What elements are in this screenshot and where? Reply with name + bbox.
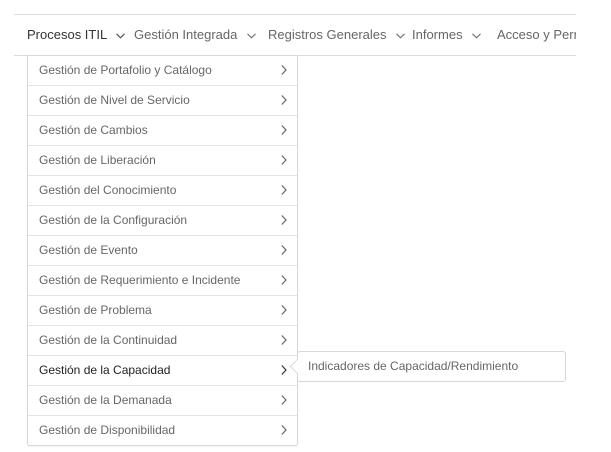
chevron-right-icon — [281, 65, 287, 75]
chevron-right-icon — [281, 245, 287, 255]
nav-item-label: Procesos ITIL — [27, 27, 107, 42]
capacidad-submenu: Indicadores de Capacidad/Rendimiento — [289, 351, 566, 382]
menu-item-label: Gestión de la Capacidad — [39, 363, 171, 377]
menu-item-label: Gestión de Nivel de Servicio — [39, 93, 190, 107]
menu-item-configuracion[interactable]: Gestión de la Configuración — [28, 206, 297, 236]
chevron-right-icon — [281, 185, 287, 195]
menu-item-evento[interactable]: Gestión de Evento — [28, 236, 297, 266]
chevron-down-icon — [116, 32, 126, 39]
chevron-right-icon — [281, 215, 287, 225]
chevron-right-icon — [281, 425, 287, 435]
nav-item-procesos-itil[interactable]: Procesos ITIL — [27, 15, 126, 55]
main-navigation: Procesos ITIL Gestión Integrada Registro… — [14, 15, 576, 56]
menu-item-label: Gestión de Evento — [39, 243, 138, 257]
menu-item-label: Gestión de Disponibilidad — [39, 423, 176, 437]
chevron-right-icon — [281, 335, 287, 345]
chevron-right-icon — [281, 95, 287, 105]
menu-item-label: Gestión de la Demanada — [39, 393, 172, 407]
menu-item-capacidad[interactable]: Gestión de la Capacidad — [28, 356, 297, 386]
menu-item-cambios[interactable]: Gestión de Cambios — [28, 116, 297, 146]
chevron-down-icon — [472, 32, 482, 39]
nav-item-registros-generales[interactable]: Registros Generales — [268, 15, 406, 55]
nav-item-label: Registros Generales — [268, 27, 387, 42]
menu-item-label: Gestión de Portafolio y Catálogo — [39, 63, 212, 77]
nav-item-label: Gestión Integrada — [134, 27, 238, 42]
chevron-right-icon — [281, 395, 287, 405]
chevron-right-icon — [281, 365, 287, 375]
menu-item-portafolio-catalogo[interactable]: Gestión de Portafolio y Catálogo — [28, 56, 297, 86]
menu-item-requerimiento-incidente[interactable]: Gestión de Requerimiento e Incidente — [28, 266, 297, 296]
menu-item-liberacion[interactable]: Gestión de Liberación — [28, 146, 297, 176]
menu-item-continuidad[interactable]: Gestión de la Continuidad — [28, 326, 297, 356]
chevron-right-icon — [281, 275, 287, 285]
chevron-right-icon — [281, 305, 287, 315]
chevron-down-icon — [396, 32, 406, 39]
nav-item-informes[interactable]: Informes — [412, 15, 482, 55]
nav-item-gestion-integrada[interactable]: Gestión Integrada — [134, 15, 256, 55]
procesos-itil-dropdown: Gestión de Portafolio y Catálogo Gestión… — [27, 55, 298, 446]
chevron-right-icon — [281, 155, 287, 165]
menu-item-disponibilidad[interactable]: Gestión de Disponibilidad — [28, 416, 297, 445]
chevron-right-icon — [281, 125, 287, 135]
menu-item-problema[interactable]: Gestión de Problema — [28, 296, 297, 326]
menu-item-label: Gestión de Liberación — [39, 153, 156, 167]
menu-item-label: Gestión de Requerimiento e Incidente — [39, 273, 241, 287]
chevron-down-icon — [247, 32, 256, 39]
menu-item-demanda[interactable]: Gestión de la Demanada — [28, 386, 297, 416]
menu-item-label: Gestión de la Continuidad — [39, 333, 178, 347]
menu-item-conocimiento[interactable]: Gestión del Conocimiento — [28, 176, 297, 206]
nav-item-acceso-y-permisos[interactable]: Acceso y Perm — [497, 15, 576, 55]
menu-item-label: Gestión del Conocimiento — [39, 183, 177, 197]
menu-item-label: Gestión de la Configuración — [39, 213, 188, 227]
nav-item-label: Acceso y Perm — [497, 27, 576, 42]
menu-item-nivel-servicio[interactable]: Gestión de Nivel de Servicio — [28, 86, 297, 116]
submenu-item-indicadores-capacidad[interactable]: Indicadores de Capacidad/Rendimiento — [298, 352, 565, 381]
menu-item-label: Gestión de Cambios — [39, 123, 148, 137]
menu-item-label: Gestión de Problema — [39, 303, 152, 317]
submenu-item-label: Indicadores de Capacidad/Rendimiento — [308, 359, 519, 373]
nav-item-label: Informes — [412, 27, 463, 42]
